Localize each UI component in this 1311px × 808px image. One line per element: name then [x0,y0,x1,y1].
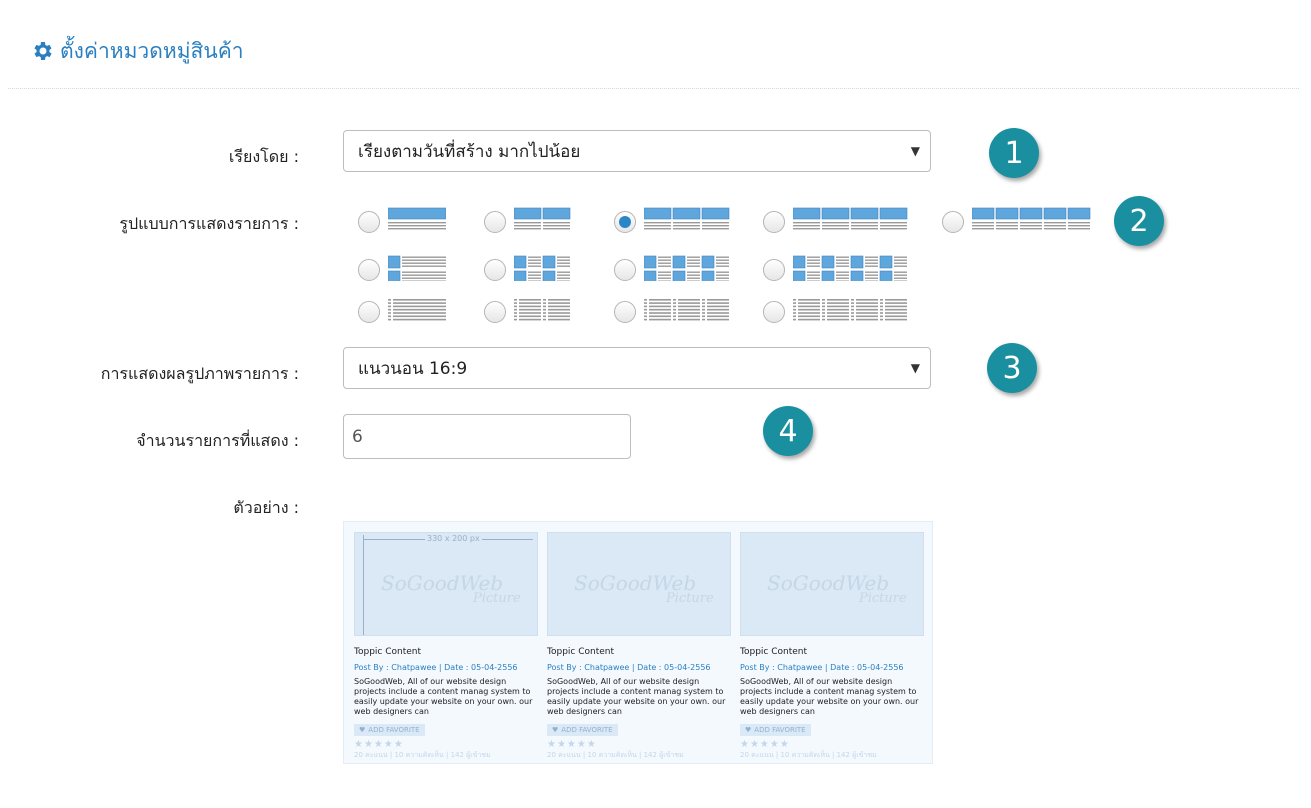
step-badge-1: 1 [989,128,1039,178]
preview-label: ตัวอย่าง : [233,498,299,517]
layout-text-list-1-icon [388,297,446,327]
layout-thumb-list-1-icon [387,255,446,285]
preview-thumbnail: SoGoodWeb Picture [547,532,731,636]
size-guide-line [363,535,364,635]
card-stats: 20 คะแนน | 10 ความคิดเห็น | 142 ผู้เข้าช… [740,751,877,759]
layout-radio-thumb-list-3[interactable] [614,259,636,281]
layout-option-text-list-2[interactable] [484,297,572,327]
item-count-input[interactable]: 6 [343,414,631,459]
layout-list-1-icon [387,207,447,237]
layout-thumb-list-3-icon [643,255,731,285]
layout-radio-grid-4[interactable] [763,211,785,233]
size-label: 330 x 200 px [425,534,482,543]
layout-radio-list-1[interactable] [358,211,380,233]
watermark-sub: Picture [473,591,521,606]
preview-card: 330 x 200 px SoGoodWeb Picture Toppic Co… [354,532,538,761]
layout-grid-5-icon [971,207,1121,237]
add-favorite-button: ♥ ADD FAVORITE [354,724,425,736]
layout-option-grid-2[interactable] [484,207,572,237]
card-description: SoGoodWeb, All of our website design pro… [354,677,533,716]
preview-card: SoGoodWeb Picture Toppic Content Post By… [740,532,924,761]
add-favorite-button: ♥ ADD FAVORITE [740,724,811,736]
layout-text-list-2-icon [514,297,572,327]
layout-option-grid-3[interactable] [614,207,731,237]
card-description: SoGoodWeb, All of our website design pro… [740,677,919,716]
image-display-select[interactable]: แนวนอน 16:9 ▼ [343,347,931,389]
layout-option-grid-4[interactable] [763,207,909,237]
card-meta: Post By : Chatpawee | Date : 05-04-2556 [740,663,904,672]
add-favorite-label: ADD FAVORITE [561,726,613,734]
preview-thumbnail: SoGoodWeb Picture [740,532,924,636]
rating-stars: ★★★★★ [547,739,597,750]
layout-radio-grid-2[interactable] [484,211,506,233]
layout-option-grid-5[interactable] [942,207,1121,237]
step-badge-2: 2 [1114,196,1164,246]
layout-grid-4-icon [792,207,909,237]
layout-radio-grid-5[interactable] [942,211,964,233]
add-favorite-label: ADD FAVORITE [368,726,420,734]
card-title: Toppic Content [740,647,808,657]
rating-stars: ★★★★★ [740,739,790,750]
layout-option-text-list-4[interactable] [763,297,909,327]
layout-grid-2-icon [513,207,572,237]
gear-icon [34,42,52,60]
layout-option-text-list-1[interactable] [358,297,446,327]
preview-thumbnail: 330 x 200 px SoGoodWeb Picture [354,532,538,636]
card-description: SoGoodWeb, All of our website design pro… [547,677,726,716]
layout-radio-text-list-4[interactable] [763,301,785,323]
preview-panel: 330 x 200 px SoGoodWeb Picture Toppic Co… [343,521,933,764]
card-stats: 20 คะแนน | 10 ความคิดเห็น | 142 ผู้เข้าช… [547,751,684,759]
card-title: Toppic Content [547,647,615,657]
item-count-value: 6 [352,426,363,447]
image-display-label: การแสดงผลรูปภาพรายการ : [100,364,299,383]
layout-option-text-list-3[interactable] [614,297,731,327]
layout-text-list-4-icon [793,297,909,327]
sort-select-value: เรียงตามวันที่สร้าง มากไปน้อย [358,141,581,162]
layout-radio-text-list-1[interactable] [358,301,380,323]
layout-option-thumb-list-3[interactable] [614,255,731,285]
preview-card: SoGoodWeb Picture Toppic Content Post By… [547,532,731,761]
watermark-sub: Picture [859,591,907,606]
chevron-down-icon: ▼ [910,361,920,375]
layout-radio-grid-3[interactable] [614,211,636,233]
chevron-down-icon: ▼ [910,144,920,158]
layout-thumb-list-4-icon [792,255,909,285]
layout-option-list-1[interactable] [358,207,447,237]
layout-radio-text-list-3[interactable] [614,301,636,323]
sort-label: เรียงโดย : [228,147,299,166]
layout-radio-thumb-list-2[interactable] [484,259,506,281]
layout-thumb-list-2-icon [513,255,572,285]
card-title: Toppic Content [354,647,422,657]
layout-label: รูปแบบการแสดงรายการ : [119,214,299,233]
layout-option-thumb-list-1[interactable] [358,255,446,285]
layout-grid-3-icon [643,207,731,237]
heart-icon: ♥ [359,726,366,734]
watermark-sub: Picture [666,591,714,606]
add-favorite-button: ♥ ADD FAVORITE [547,724,618,736]
card-meta: Post By : Chatpawee | Date : 05-04-2556 [354,663,518,672]
item-count-label: จำนวนรายการที่แสดง : [136,431,299,450]
step-badge-4: 4 [763,406,813,456]
heart-icon: ♥ [552,726,559,734]
page-title-text: ตั้งค่าหมวดหมู่สินค้า [60,38,244,63]
page-title: ตั้งค่าหมวดหมู่สินค้า [30,36,244,66]
header-divider [8,88,1299,89]
sort-select[interactable]: เรียงตามวันที่สร้าง มากไปน้อย ▼ [343,130,931,172]
layout-radio-thumb-list-1[interactable] [358,259,380,281]
layout-radio-text-list-2[interactable] [484,301,506,323]
layout-option-thumb-list-2[interactable] [484,255,572,285]
layout-text-list-3-icon [644,297,731,327]
layout-radio-thumb-list-4[interactable] [763,259,785,281]
layout-option-thumb-list-4[interactable] [763,255,909,285]
add-favorite-label: ADD FAVORITE [754,726,806,734]
step-badge-3: 3 [987,343,1037,393]
card-stats: 20 คะแนน | 10 ความคิดเห็น | 142 ผู้เข้าช… [354,751,491,759]
image-display-select-value: แนวนอน 16:9 [358,358,468,379]
heart-icon: ♥ [745,726,752,734]
rating-stars: ★★★★★ [354,739,404,750]
card-meta: Post By : Chatpawee | Date : 05-04-2556 [547,663,711,672]
